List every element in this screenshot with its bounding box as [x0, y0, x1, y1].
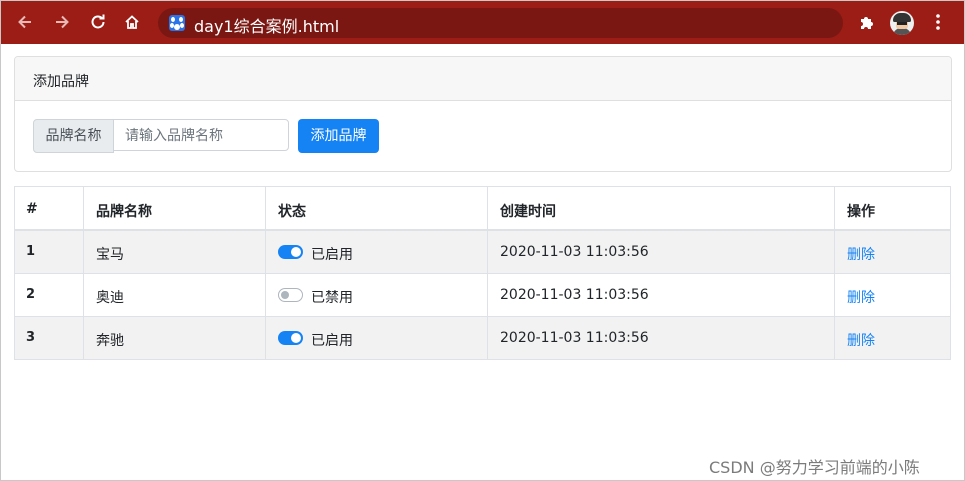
brand-name: 宝马 [96, 247, 124, 263]
header-created-time: 创建时间 [500, 204, 556, 220]
created-time: 2020-11-03 11:03:56 [500, 244, 649, 260]
delete-link[interactable]: 删除 [847, 244, 875, 264]
status-label: 已启用 [311, 247, 353, 263]
created-time: 2020-11-03 11:03:56 [500, 287, 649, 303]
card-header: 添加品牌 [15, 57, 951, 101]
brand-name-input[interactable]: 请输入品牌名称 [113, 119, 289, 151]
column-divider [265, 186, 266, 360]
column-divider [487, 186, 488, 360]
puzzle-icon[interactable] [855, 10, 879, 34]
browser-toolbar: day1综合案例.html [1, 1, 964, 44]
card-title: 添加品牌 [33, 74, 89, 90]
created-time: 2020-11-03 11:03:56 [500, 330, 649, 346]
kebab-menu-icon[interactable] [926, 10, 950, 34]
table-row: 2 奥迪 已禁用 2020-11-03 11:03:56 删除 [14, 274, 951, 317]
row-index: 3 [26, 330, 36, 345]
add-brand-card: 添加品牌 品牌名称 请输入品牌名称 添加品牌 [14, 56, 952, 172]
reload-icon[interactable] [86, 10, 110, 34]
delete-link[interactable]: 删除 [847, 330, 875, 350]
browser-window: day1综合案例.html 添加品牌 品牌名称 请输入品牌名称 添加品牌 # 品… [0, 0, 965, 481]
arrow-left-icon[interactable] [13, 10, 37, 34]
watermark: CSDN @努力学习前端的小陈 [709, 458, 920, 477]
status-toggle[interactable] [278, 331, 303, 345]
brand-name-label: 品牌名称 [33, 119, 114, 153]
column-divider [83, 186, 84, 360]
home-icon[interactable] [120, 10, 144, 34]
avatar[interactable] [890, 11, 914, 35]
add-brand-button[interactable]: 添加品牌 [298, 119, 379, 153]
delete-link[interactable]: 删除 [847, 287, 875, 307]
table-header-row: # 品牌名称 状态 创建时间 操作 [14, 186, 951, 231]
arrow-right-icon[interactable] [50, 10, 74, 34]
column-divider [834, 186, 835, 360]
brand-name: 奔驰 [96, 333, 124, 349]
status-toggle[interactable] [278, 288, 303, 302]
address-bar[interactable]: day1综合案例.html [158, 8, 843, 38]
paw-favicon-icon [169, 15, 185, 31]
row-index: 2 [26, 287, 36, 302]
header-status: 状态 [278, 204, 306, 220]
table-row: 1 宝马 已启用 2020-11-03 11:03:56 删除 [14, 231, 951, 274]
status-label: 已启用 [311, 333, 353, 349]
brand-name: 奥迪 [96, 290, 124, 306]
header-index: # [26, 201, 38, 217]
table-row: 3 奔驰 已启用 2020-11-03 11:03:56 删除 [14, 317, 951, 360]
header-brand-name: 品牌名称 [96, 204, 152, 220]
header-actions: 操作 [847, 204, 875, 220]
status-toggle[interactable] [278, 245, 303, 259]
url-text: day1综合案例.html [194, 17, 340, 36]
status-label: 已禁用 [311, 290, 353, 306]
row-index: 1 [26, 244, 36, 259]
